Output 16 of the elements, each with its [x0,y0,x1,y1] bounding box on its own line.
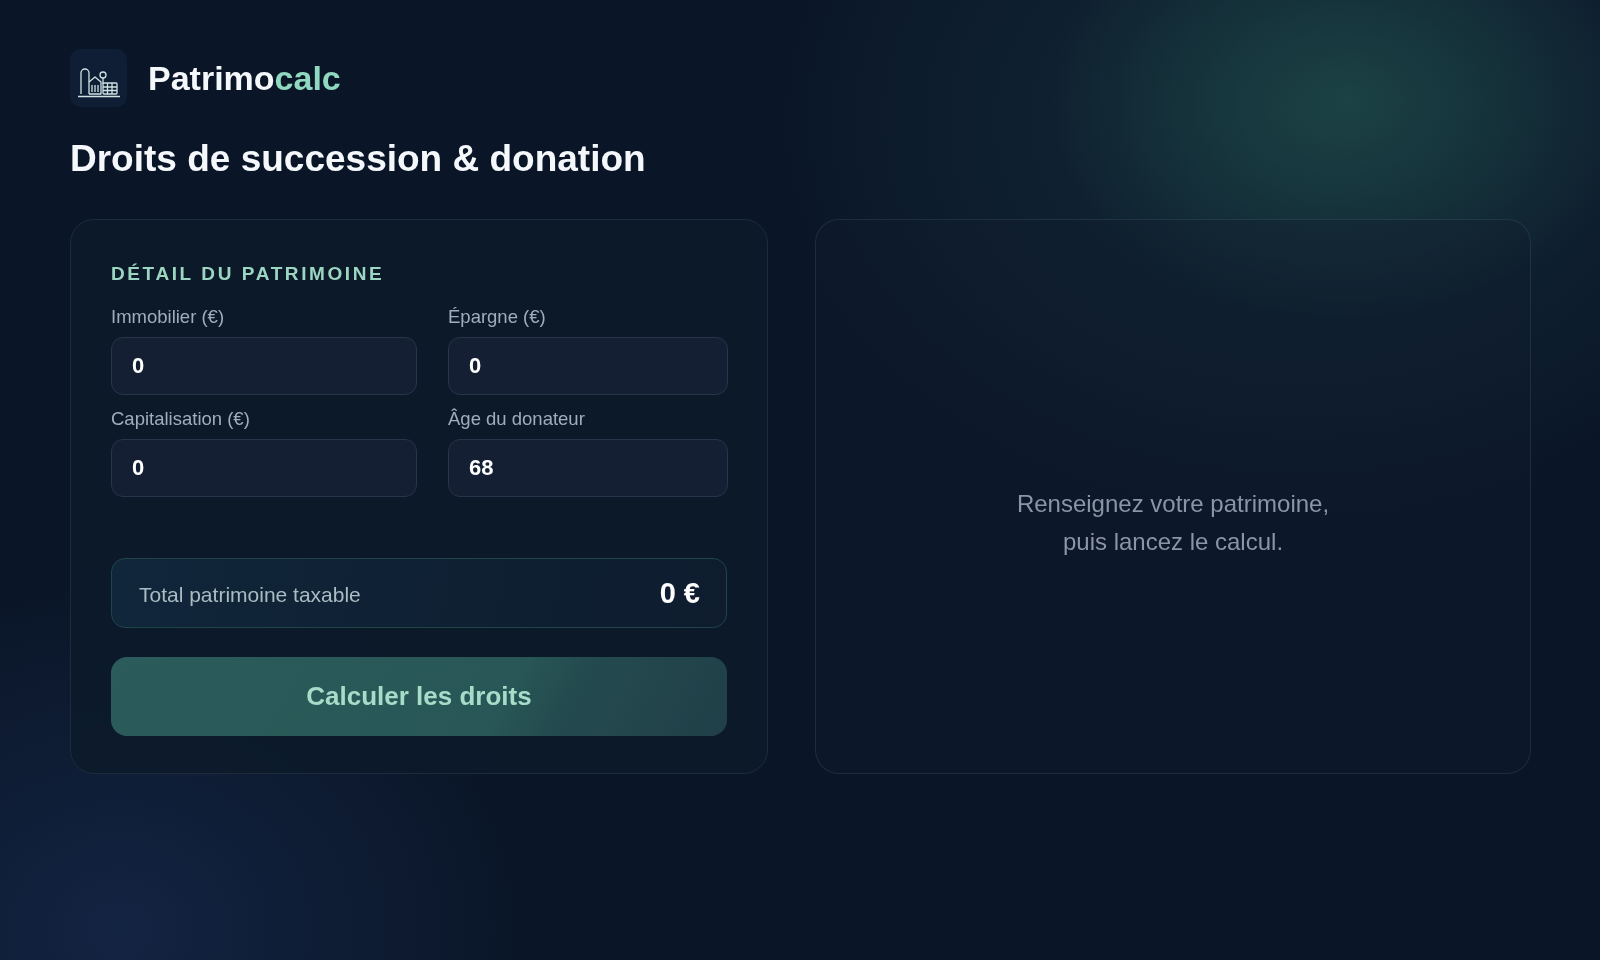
brand-name: Patrimocalc [148,58,341,98]
section-title: DÉTAIL DU PATRIMOINE [111,262,385,286]
field-label: Immobilier (€) [111,307,225,327]
input-field[interactable]: 68 [448,439,728,497]
total-value: 0 € [659,576,700,610]
total-label: Total patrimoine taxable [139,583,361,607]
input-field[interactable]: 0 [111,337,417,395]
calculate-button[interactable]: Calculer les droits [111,657,727,736]
buildings-icon [70,49,127,107]
field-label: Âge du donateur [448,409,585,429]
page-title: Droits de succession & donation [70,137,646,181]
field-label: Capitalisation (€) [111,409,250,429]
input-field[interactable]: 0 [448,337,728,395]
field-label: Épargne (€) [448,307,546,327]
empty-state-message: Renseignez votre patrimoine, puis lancez le calcul. [1015,488,1331,557]
input-field[interactable]: 0 [111,439,417,497]
